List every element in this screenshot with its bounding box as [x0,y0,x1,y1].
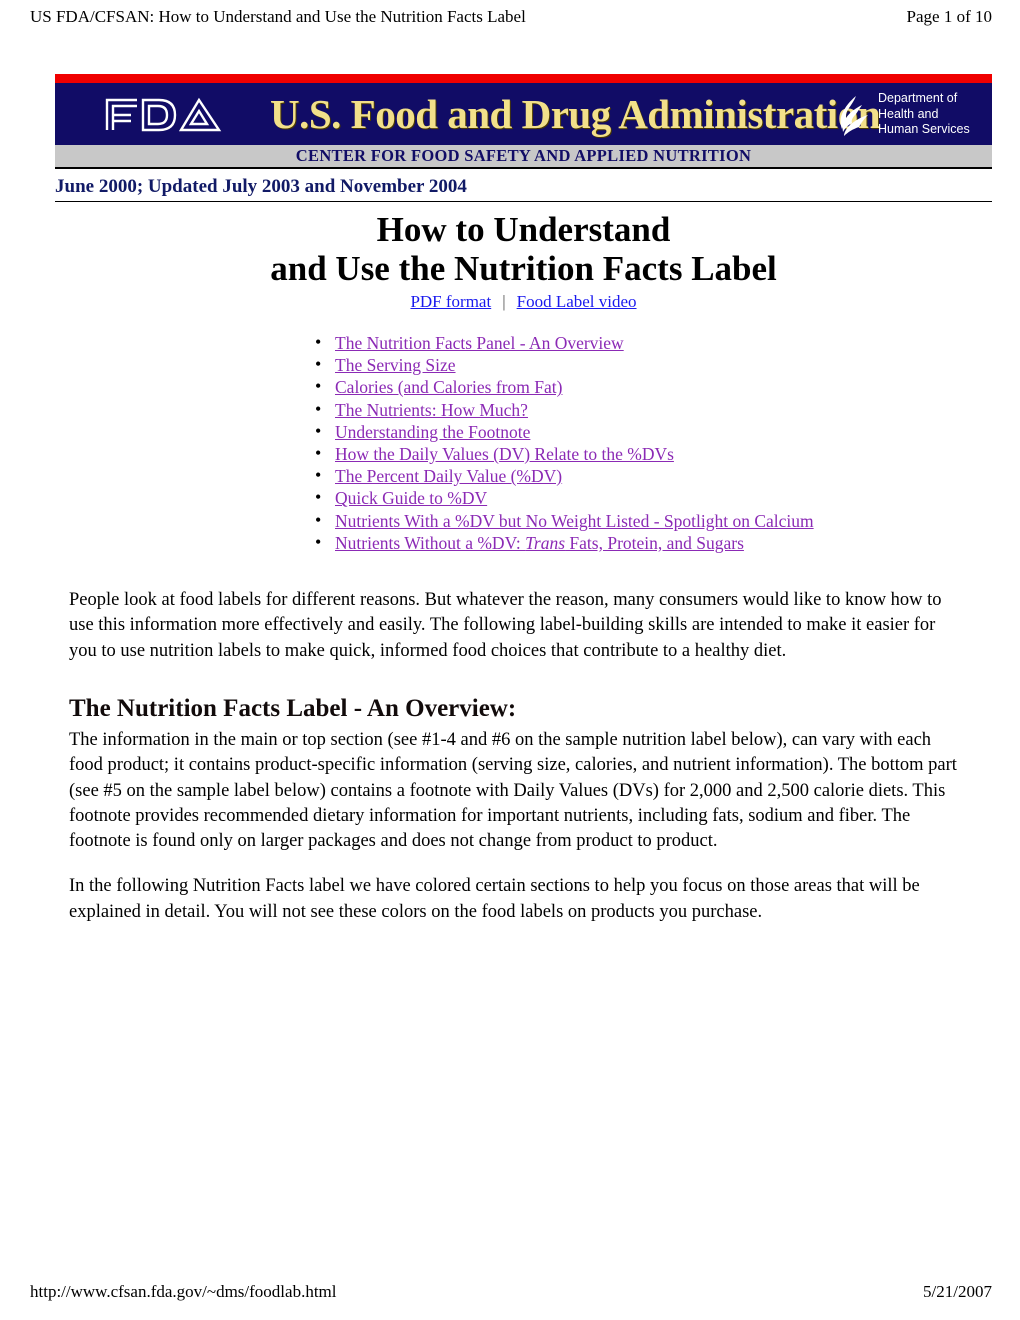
toc-link-percent-dv[interactable]: The Percent Daily Value (%DV) [335,466,562,486]
list-item: The Serving Size [55,353,995,376]
toc-link-nutrients[interactable]: The Nutrients: How Much? [335,400,528,420]
page-title: How to Understand and Use the Nutrition … [55,210,992,288]
dateline-rule [55,201,992,202]
list-item: Nutrients With a %DV but No Weight Liste… [55,509,995,532]
list-item: How the Daily Values (DV) Relate to the … [55,442,995,465]
toc-trans-em: Trans [525,532,566,553]
print-footer: http://www.cfsan.fda.gov/~dms/foodlab.ht… [0,1280,1020,1304]
section-heading-overview: The Nutrition Facts Label - An Overview: [69,694,517,722]
toc-trans-post: Fats, Protein, and Sugars [565,532,744,553]
overview-paragraph: The information in the main or top secti… [69,729,957,852]
hhs-logo-text: Department of Health and Human Services [878,91,970,138]
hhs-text-line-3: Human Services [878,122,970,136]
toc-link-calories[interactable]: Calories (and Calories from Fat) [335,377,562,397]
pdf-format-link[interactable]: PDF format [410,292,491,311]
list-item: The Nutrients: How Much? [55,398,995,421]
toc-link-footnote[interactable]: Understanding the Footnote [335,422,530,442]
colored-sections-note: In the following Nutrition Facts label w… [69,876,920,922]
banner-main: U.S. Food and Drug Administration Depart… [55,83,992,145]
hhs-text-line-1: Department of [878,91,958,105]
hhs-eagle-icon [834,93,874,137]
footer-url: http://www.cfsan.fda.gov/~dms/foodlab.ht… [30,1282,337,1301]
hhs-text-line-2: Health and [878,106,939,121]
print-header-page-number: Page 1 of 10 [906,7,992,26]
toc-link-trans-fats[interactable]: Nutrients Without a %DV: Trans Fats, Pro… [335,533,744,553]
banner-subtitle: CENTER FOR FOOD SAFETY AND APPLIED NUTRI… [55,145,992,167]
hhs-logo-block: Department of Health and Human Services [832,89,984,141]
toc-link-calcium[interactable]: Nutrients With a %DV but No Weight Liste… [335,511,814,531]
toc-link-overview[interactable]: The Nutrition Facts Panel - An Overview [335,333,624,353]
intro-paragraph: People look at food labels for different… [69,590,942,661]
print-header: US FDA/CFSAN: How to Understand and Use … [0,5,1020,29]
fda-banner: U.S. Food and Drug Administration Depart… [55,74,992,169]
document-dateline: June 2000; Updated July 2003 and Novembe… [55,176,467,197]
fda-wordmark: U.S. Food and Drug Administration [269,91,881,137]
link-separator: | [502,292,506,311]
list-item: Calories (and Calories from Fat) [55,375,995,398]
toc-link-quick-guide[interactable]: Quick Guide to %DV [335,488,487,508]
list-item: Nutrients Without a %DV: Trans Fats, Pro… [55,531,995,554]
list-item: Understanding the Footnote [55,420,995,443]
toc-link-serving-size[interactable]: The Serving Size [335,355,456,375]
fda-logo-icon [103,94,225,134]
food-label-video-link[interactable]: Food Label video [517,292,637,311]
list-item: Quick Guide to %DV [55,486,995,509]
page-title-line-2: and Use the Nutrition Facts Label [270,249,777,288]
list-item: The Nutrition Facts Panel - An Overview [55,331,995,354]
print-header-title: US FDA/CFSAN: How to Understand and Use … [30,7,526,26]
title-format-links: PDF format | Food Label video [55,291,992,313]
page-title-line-1: How to Understand [376,210,671,249]
list-item: The Percent Daily Value (%DV) [55,464,995,487]
page-content: U.S. Food and Drug Administration Depart… [55,74,995,925]
table-of-contents: The Nutrition Facts Panel - An Overview … [55,331,995,554]
footer-date: 5/21/2007 [923,1282,992,1301]
banner-red-bar [55,74,992,83]
toc-link-daily-values[interactable]: How the Daily Values (DV) Relate to the … [335,444,674,464]
toc-trans-pre: Nutrients Without a %DV: [335,532,526,553]
